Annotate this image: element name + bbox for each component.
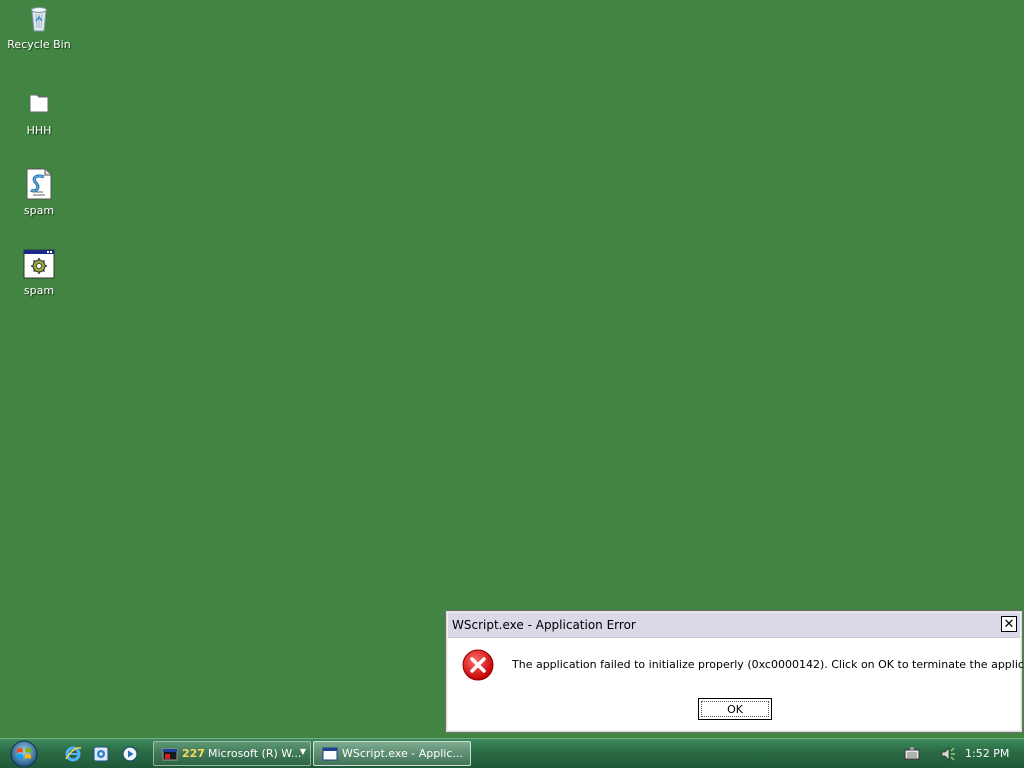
chevron-down-icon[interactable]: ▼ [300, 747, 306, 756]
desktop-icon-label: HHH [26, 124, 52, 137]
desktop-icon-label: Recycle Bin [7, 38, 71, 51]
task-group-count: 227 [182, 747, 205, 760]
desktop: Recycle Bin HHH spam spam WScript.exe - … [0, 0, 1024, 738]
console-window-icon [162, 748, 178, 760]
window-icon [322, 747, 338, 760]
taskbar-item-wscript-error[interactable]: WScript.exe - Applic... [313, 741, 471, 766]
volume-icon[interactable] [940, 746, 956, 762]
application-window-icon [23, 249, 55, 279]
desktop-icon-spam-app[interactable]: spam [0, 248, 78, 297]
application-error-dialog: WScript.exe - Application Error ✕ The ap… [445, 610, 1024, 733]
media-player-icon[interactable] [121, 745, 139, 763]
close-icon: ✕ [1003, 616, 1015, 632]
dialog-titlebar[interactable]: WScript.exe - Application Error ✕ [448, 613, 1020, 638]
desktop-icon-label: spam [23, 204, 55, 217]
desktop-icon-hhh[interactable]: HHH [0, 88, 78, 137]
dialog-title: WScript.exe - Application Error [452, 618, 636, 632]
internet-explorer-icon[interactable] [64, 745, 82, 763]
error-icon [462, 649, 494, 681]
task-label: Microsoft (R) W... [207, 747, 302, 760]
recycle-bin-icon [31, 7, 47, 32]
desktop-icon-label: spam [23, 284, 55, 297]
ok-button[interactable]: OK [698, 698, 772, 720]
taskbar-item-microsoft-console[interactable]: 227 Microsoft (R) W... ▼ [153, 741, 311, 766]
dialog-close-button[interactable]: ✕ [1001, 616, 1017, 632]
desktop-icon-recycle-bin[interactable]: Recycle Bin [0, 2, 78, 51]
show-desktop-icon[interactable] [92, 745, 110, 763]
task-label: WScript.exe - Applic... [342, 747, 463, 760]
dialog-body: The application failed to initialize pro… [448, 638, 1024, 730]
taskbar-clock[interactable]: 1:52 PM [965, 747, 1009, 760]
taskbar: 227 Microsoft (R) W... ▼ WScript.exe - A… [0, 738, 1024, 768]
script-file-icon [26, 168, 52, 200]
windows-start-orb-icon[interactable] [8, 739, 40, 768]
dialog-message: The application failed to initialize pro… [512, 658, 1024, 671]
desktop-icon-spam-script[interactable]: spam [0, 168, 78, 217]
network-icon[interactable] [904, 747, 920, 761]
folder-icon [29, 94, 49, 113]
